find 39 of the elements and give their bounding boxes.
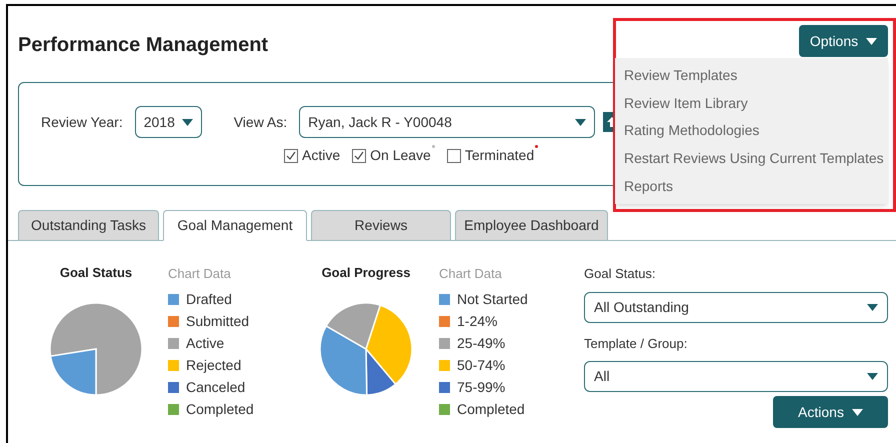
field-label: Review Year:: [41, 112, 123, 132]
menu-item[interactable]: Reports: [615, 172, 888, 200]
chart-title: Goal Status: [58, 264, 134, 282]
tab[interactable]: Employee Dashboard: [455, 210, 608, 241]
page-title: Performance Management: [18, 33, 268, 58]
tab[interactable]: Reviews: [311, 210, 451, 241]
legend-label: Active: [186, 334, 224, 352]
legend-label: Completed: [186, 400, 254, 419]
menu-item[interactable]: Rating Methodologies: [615, 117, 888, 145]
legend-label: 50-74%: [457, 356, 506, 374]
field-label: View As:: [234, 112, 288, 132]
checkbox-label: On Leave: [370, 146, 431, 165]
field-label: Template / Group:: [584, 334, 688, 353]
legend-label: Canceled: [186, 378, 246, 396]
checkbox-label: Active: [302, 146, 340, 165]
legend-label: Rejected: [186, 356, 242, 375]
legend-label: Completed: [457, 400, 525, 419]
legend-title: Chart Data: [439, 265, 503, 283]
legend-label: 1-24%: [457, 312, 498, 330]
legend-label: 25-49%: [457, 334, 506, 352]
menu-item[interactable]: Restart Reviews Using Current Templates: [615, 144, 888, 172]
legend-label: Submitted: [186, 312, 250, 330]
dropdown-field[interactable]: All Outstanding: [584, 292, 888, 322]
menu-item[interactable]: Review Templates: [615, 62, 888, 90]
actions-button[interactable]: Actions: [773, 396, 888, 428]
legend-label: 75-99%: [457, 378, 506, 396]
legend-label: Not Started: [457, 290, 528, 308]
field-label: Goal Status:: [584, 265, 657, 283]
dropdown-field[interactable]: All: [584, 361, 888, 392]
tab[interactable]: Goal Management: [163, 210, 307, 241]
checkbox-label: Terminated: [464, 146, 534, 165]
legend-title: Chart Data: [168, 265, 232, 283]
year-select[interactable]: 2018: [134, 106, 202, 138]
menu-item[interactable]: Review Item Library: [615, 90, 888, 118]
chart-title: Goal Progress: [320, 264, 412, 282]
employee-select[interactable]: Ryan, Jack R - Y00048: [299, 106, 596, 138]
options-button[interactable]: Options: [799, 25, 888, 57]
legend-label: Drafted: [186, 290, 232, 308]
tab[interactable]: Outstanding Tasks: [18, 210, 159, 241]
